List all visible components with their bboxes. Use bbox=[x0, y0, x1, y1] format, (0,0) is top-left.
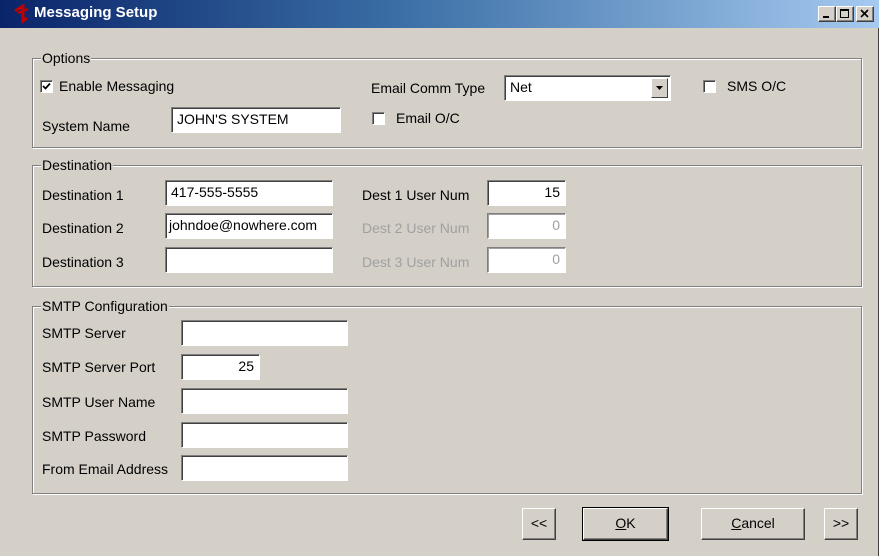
dest-3-user-num-field: 0 bbox=[487, 247, 566, 273]
options-group: Options bbox=[32, 50, 862, 148]
minimize-button[interactable] bbox=[818, 6, 836, 22]
destination-2-label: Destination 2 bbox=[42, 220, 124, 236]
enable-messaging-label: Enable Messaging bbox=[59, 78, 175, 94]
dest-1-user-num-field[interactable]: 15 bbox=[487, 180, 566, 206]
checkmark-icon bbox=[42, 82, 51, 90]
dest-3-user-num-label: Dest 3 User Num bbox=[362, 254, 470, 270]
cancel-button[interactable]: Cancel bbox=[701, 508, 805, 540]
dest-2-user-num-label: Dest 2 User Num bbox=[362, 220, 470, 236]
destination-3-field[interactable] bbox=[165, 247, 333, 273]
smtp-group-label: SMTP Configuration bbox=[41, 298, 169, 314]
chevron-down-icon bbox=[656, 86, 663, 90]
sms-oc-label: SMS O/C bbox=[727, 78, 787, 94]
email-oc-label: Email O/C bbox=[396, 110, 460, 126]
next-button[interactable]: >> bbox=[824, 508, 858, 540]
from-email-address-field[interactable] bbox=[181, 455, 348, 481]
destination-1-label: Destination 1 bbox=[42, 187, 124, 203]
previous-button[interactable]: << bbox=[522, 508, 556, 540]
smtp-password-field[interactable] bbox=[181, 422, 348, 448]
smtp-server-field[interactable] bbox=[181, 320, 348, 346]
system-name-field[interactable]: JOHN'S SYSTEM bbox=[171, 107, 341, 133]
enable-messaging-checkbox[interactable] bbox=[40, 80, 53, 93]
options-group-label: Options bbox=[41, 50, 92, 66]
ok-accelerator: O bbox=[615, 515, 627, 531]
dest-1-user-num-label: Dest 1 User Num bbox=[362, 187, 470, 203]
app-icon bbox=[14, 4, 29, 24]
email-comm-type-value: Net bbox=[510, 79, 532, 95]
system-name-label: System Name bbox=[42, 118, 130, 134]
email-comm-type-label: Email Comm Type bbox=[371, 80, 486, 96]
smtp-server-port-label: SMTP Server Port bbox=[42, 359, 156, 375]
cancel-label-rest: ancel bbox=[741, 515, 775, 531]
email-oc-checkbox[interactable] bbox=[372, 112, 385, 125]
smtp-user-name-field[interactable] bbox=[181, 388, 348, 414]
from-email-address-label: From Email Address bbox=[42, 461, 169, 477]
destination-2-field[interactable]: johndoe@nowhere.com bbox=[165, 213, 333, 239]
maximize-icon bbox=[840, 9, 849, 18]
dest-2-user-num-field: 0 bbox=[487, 213, 566, 239]
close-button[interactable] bbox=[856, 6, 874, 22]
window-title: Messaging Setup bbox=[34, 4, 158, 21]
sms-oc-checkbox[interactable] bbox=[703, 80, 716, 93]
smtp-server-port-field[interactable]: 25 bbox=[181, 354, 260, 380]
destination-3-label: Destination 3 bbox=[42, 254, 124, 270]
destination-1-field[interactable]: 417-555-5555 bbox=[165, 180, 333, 206]
dropdown-button[interactable] bbox=[651, 78, 668, 98]
destination-group-label: Destination bbox=[41, 157, 114, 173]
ok-label-rest: K bbox=[626, 515, 636, 531]
ok-button[interactable]: OK bbox=[582, 507, 669, 541]
maximize-button[interactable] bbox=[836, 6, 854, 22]
smtp-password-label: SMTP Password bbox=[42, 428, 146, 444]
smtp-server-label: SMTP Server bbox=[42, 325, 126, 341]
close-icon bbox=[860, 9, 869, 18]
smtp-user-name-label: SMTP User Name bbox=[42, 394, 156, 410]
messaging-setup-window: Messaging Setup Options Enable Messaging… bbox=[0, 0, 879, 556]
cancel-accelerator: C bbox=[731, 515, 742, 531]
email-comm-type-select[interactable]: Net bbox=[504, 75, 671, 101]
title-bar[interactable]: Messaging Setup bbox=[0, 0, 879, 28]
minimize-icon bbox=[823, 16, 829, 18]
